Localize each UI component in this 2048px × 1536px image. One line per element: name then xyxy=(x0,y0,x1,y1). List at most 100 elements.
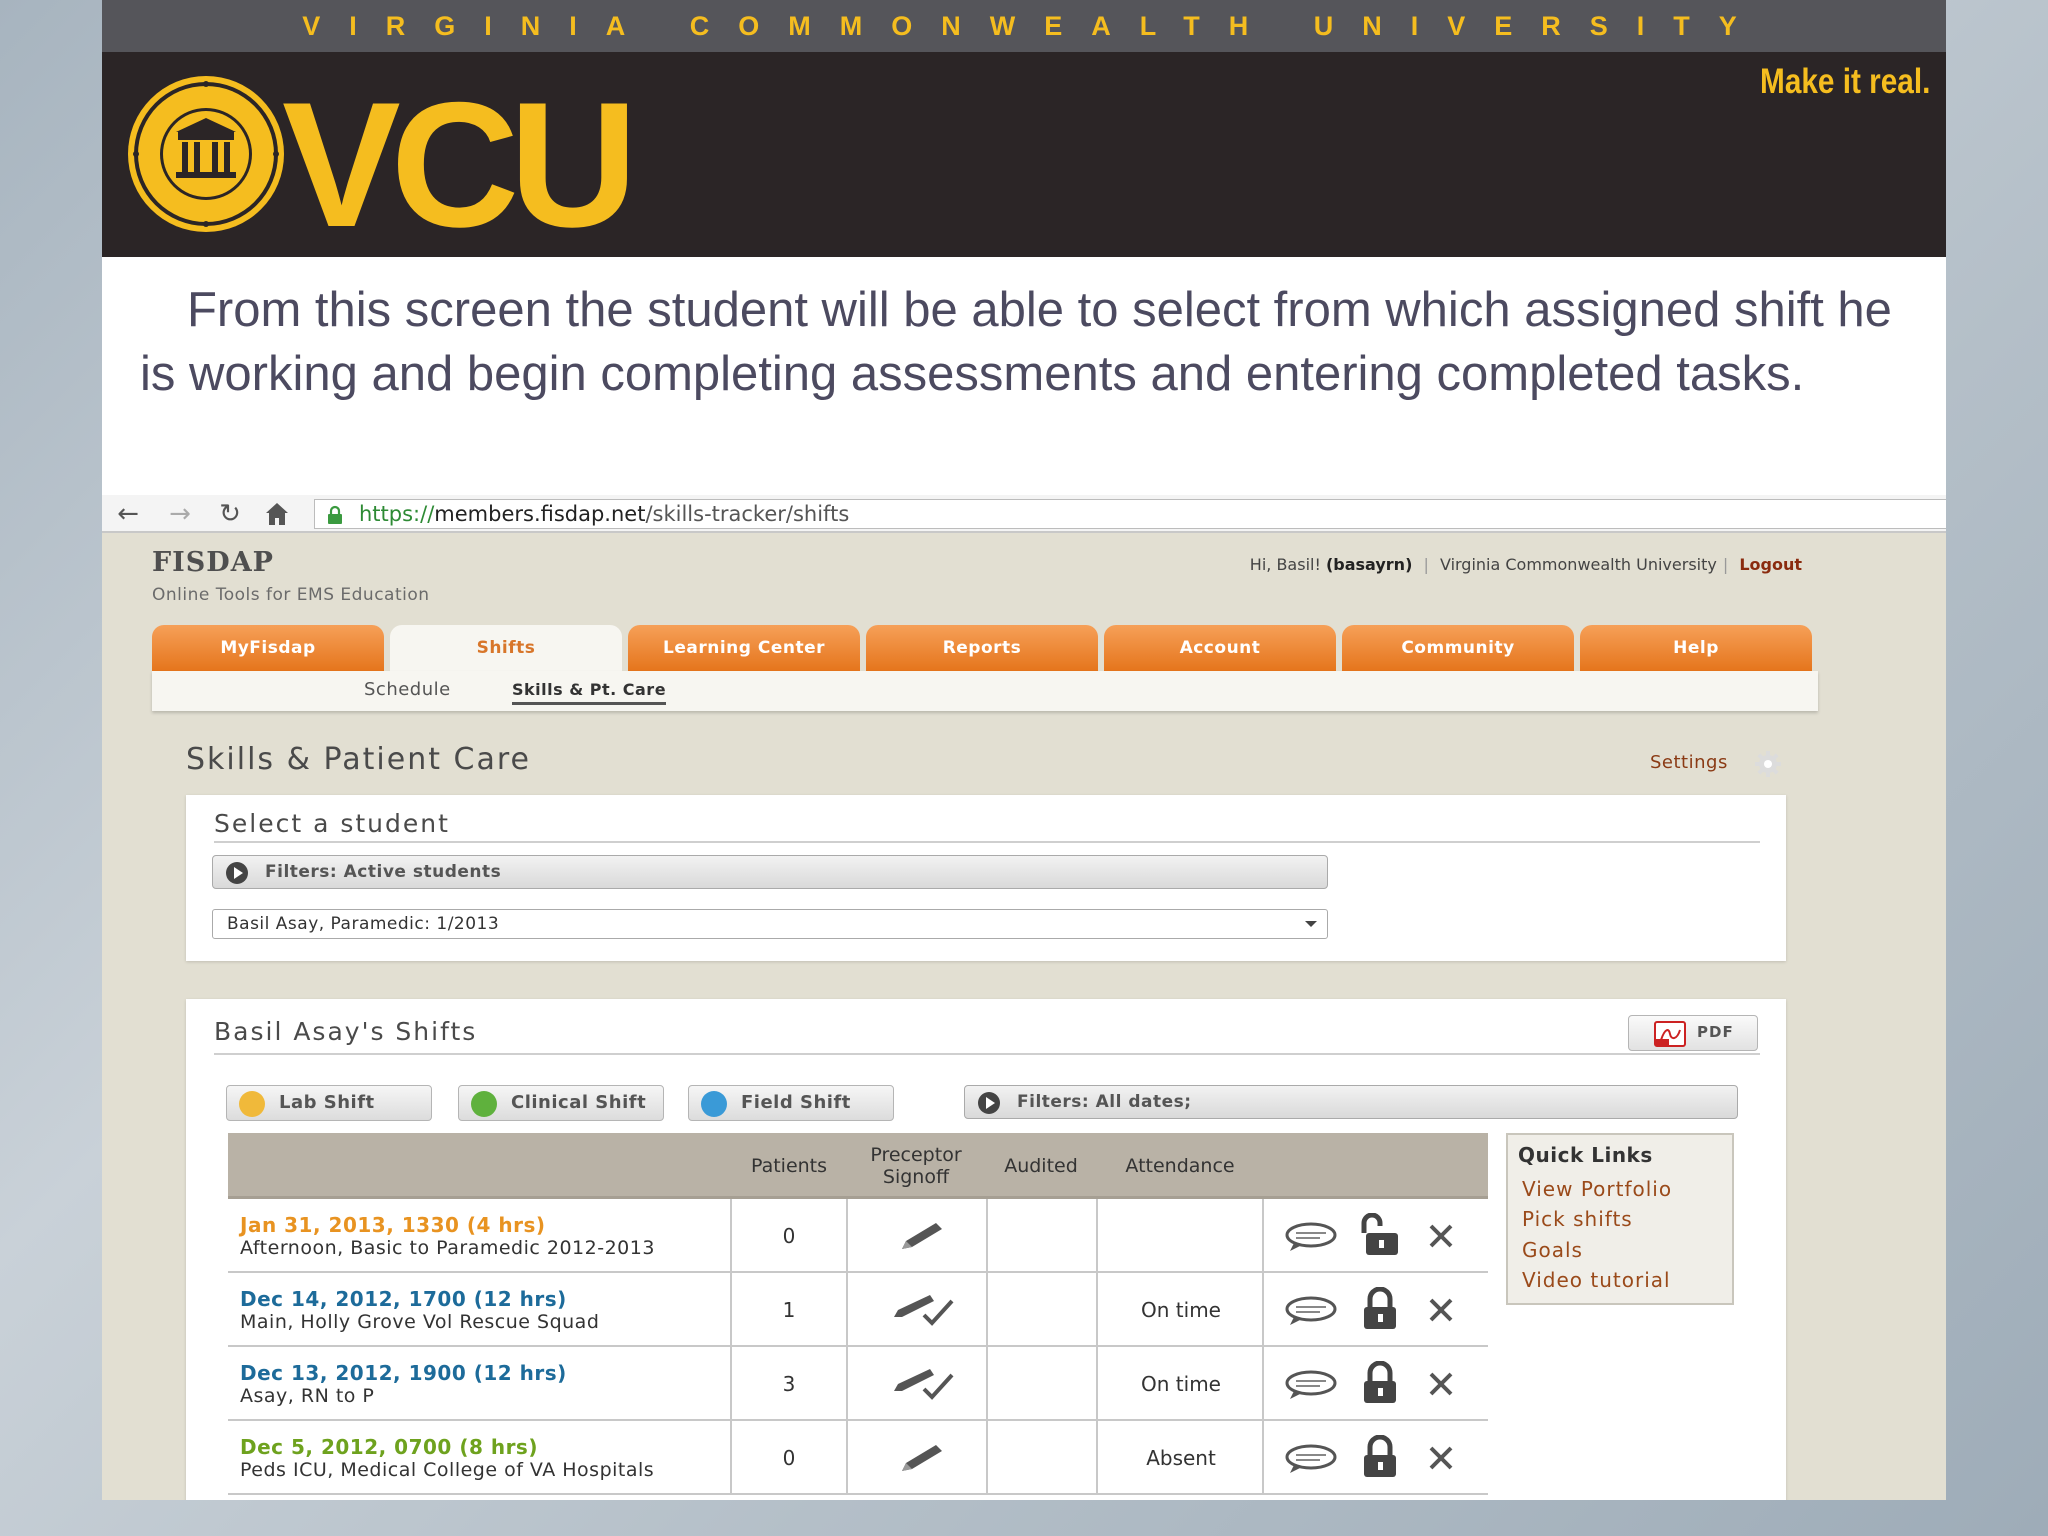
tab-learning-center[interactable]: Learning Center xyxy=(628,625,860,671)
divider xyxy=(846,1421,848,1495)
sub-navigation: Schedule Skills & Pt. Care xyxy=(152,671,1818,711)
university-banner: VIRGINIA COMMONWEALTH UNIVERSITY xyxy=(102,0,1946,52)
quick-link-view-portfolio[interactable]: View Portfolio xyxy=(1522,1177,1672,1201)
lock-icon[interactable] xyxy=(1360,1287,1400,1331)
vcu-header: VCU Make it real. xyxy=(102,52,1946,264)
back-arrow-icon[interactable]: ← xyxy=(112,498,144,530)
site-subtitle: Online Tools for EMS Education xyxy=(152,585,430,605)
home-icon[interactable] xyxy=(264,501,290,527)
divider xyxy=(1262,1199,1264,1273)
table-row[interactable]: Dec 13, 2012, 1900 (12 hrs) Asay, RN to … xyxy=(228,1347,1488,1421)
quick-links-title: Quick Links xyxy=(1518,1143,1653,1167)
gear-icon[interactable] xyxy=(1754,750,1782,778)
quick-links-box: Quick Links View Portfolio Pick shifts G… xyxy=(1506,1133,1734,1305)
tab-community[interactable]: Community xyxy=(1342,625,1574,671)
comment-icon[interactable] xyxy=(1284,1295,1338,1327)
subnav-schedule[interactable]: Schedule xyxy=(364,679,451,700)
audited-value xyxy=(988,1199,1096,1273)
tab-reports[interactable]: Reports xyxy=(866,625,1098,671)
audited-value xyxy=(988,1273,1096,1347)
divider xyxy=(846,1199,848,1273)
separator: | xyxy=(1423,555,1429,574)
shift-date-link[interactable]: Dec 14, 2012, 1700 (12 hrs) xyxy=(240,1287,567,1311)
comment-icon[interactable] xyxy=(1284,1221,1338,1253)
attendance-value: On time xyxy=(1141,1372,1221,1396)
url-host: members.fisdap.net xyxy=(434,502,646,526)
url-text: https://members.fisdap.net/skills-tracke… xyxy=(359,501,849,527)
shift-date-link[interactable]: Jan 31, 2013, 1330 (4 hrs) xyxy=(240,1213,546,1237)
pencil-icon[interactable] xyxy=(896,1219,946,1253)
student-select-panel: Select a student Filters: Active student… xyxy=(186,795,1786,961)
quick-link-pick-shifts[interactable]: Pick shifts xyxy=(1522,1207,1633,1231)
close-icon[interactable] xyxy=(1426,1295,1456,1325)
close-icon[interactable] xyxy=(1426,1369,1456,1399)
shifts-panel: Basil Asay's Shifts PDF Lab Shift Clinic… xyxy=(186,999,1786,1500)
divider xyxy=(1262,1347,1264,1421)
lock-icon[interactable] xyxy=(1360,1361,1400,1405)
button-label: Lab Shift xyxy=(279,1092,375,1113)
tab-account[interactable]: Account xyxy=(1104,625,1336,671)
vcu-seal-icon xyxy=(128,76,284,232)
column-patients: Patients xyxy=(750,1155,828,1177)
institution-name: Virginia Commonwealth University xyxy=(1439,555,1717,574)
ssl-lock-icon xyxy=(328,505,342,524)
student-select[interactable]: Basil Asay, Paramedic: 1/2013 xyxy=(212,909,1328,939)
tab-help[interactable]: Help xyxy=(1580,625,1812,671)
plus-icon xyxy=(701,1091,727,1117)
quick-link-goals[interactable]: Goals xyxy=(1522,1238,1583,1262)
pencil-icon[interactable] xyxy=(896,1441,946,1475)
panel-title: Basil Asay's Shifts xyxy=(214,1017,478,1046)
subnav-skills-pt-care[interactable]: Skills & Pt. Care xyxy=(512,680,667,705)
url-path: /skills-tracker/shifts xyxy=(645,502,850,526)
add-field-shift-button[interactable]: Field Shift xyxy=(688,1085,894,1121)
filter-label: Filters: Active students xyxy=(265,862,502,882)
pdf-button[interactable]: PDF xyxy=(1628,1015,1758,1051)
shift-date-link[interactable]: Dec 5, 2012, 0700 (8 hrs) xyxy=(240,1435,538,1459)
student-filter-bar[interactable]: Filters: Active students xyxy=(212,855,1328,889)
divider xyxy=(846,1273,848,1347)
logout-link[interactable]: Logout xyxy=(1739,555,1802,574)
chevron-down-icon xyxy=(1305,921,1317,927)
close-icon[interactable] xyxy=(1426,1221,1456,1251)
add-clinical-shift-button[interactable]: Clinical Shift xyxy=(458,1085,664,1121)
vcu-logo-text: VCU xyxy=(282,65,638,264)
greeting: Hi, Basil! xyxy=(1249,555,1321,574)
shift-date-link[interactable]: Dec 13, 2012, 1900 (12 hrs) xyxy=(240,1361,567,1385)
url-scheme: https:// xyxy=(359,502,435,526)
slide-caption: From this screen the student will be abl… xyxy=(140,283,1892,401)
comment-icon[interactable] xyxy=(1284,1443,1338,1475)
pencil-check-icon[interactable] xyxy=(890,1291,956,1329)
table-row[interactable]: Jan 31, 2013, 1330 (4 hrs) Afternoon, Ba… xyxy=(228,1199,1488,1273)
quick-link-video-tutorial[interactable]: Video tutorial xyxy=(1522,1268,1671,1292)
date-filter-bar[interactable]: Filters: All dates; xyxy=(964,1085,1738,1119)
attendance-value: Absent xyxy=(1146,1446,1216,1470)
attendance-value: On time xyxy=(1141,1298,1221,1322)
plus-icon xyxy=(239,1091,265,1117)
pencil-check-icon[interactable] xyxy=(890,1365,956,1403)
divider xyxy=(214,841,1760,843)
plus-icon xyxy=(471,1091,497,1117)
divider xyxy=(1262,1421,1264,1495)
site-title: FISDAP xyxy=(152,547,274,578)
expand-arrow-icon xyxy=(978,1092,1000,1114)
close-icon[interactable] xyxy=(1426,1443,1456,1473)
unlocked-lock-icon[interactable] xyxy=(1356,1213,1404,1257)
pdf-icon xyxy=(1654,1021,1686,1047)
table-row[interactable]: Dec 5, 2012, 0700 (8 hrs) Peds ICU, Medi… xyxy=(228,1421,1488,1495)
table-row[interactable]: Dec 14, 2012, 1700 (12 hrs) Main, Holly … xyxy=(228,1273,1488,1347)
forward-arrow-icon[interactable]: → xyxy=(164,498,196,530)
add-lab-shift-button[interactable]: Lab Shift xyxy=(226,1085,432,1121)
button-label: Field Shift xyxy=(741,1092,851,1113)
reload-icon[interactable]: ↻ xyxy=(214,498,246,530)
tab-myfisdap[interactable]: MyFisdap xyxy=(152,625,384,671)
comment-icon[interactable] xyxy=(1284,1369,1338,1401)
lock-icon[interactable] xyxy=(1360,1435,1400,1479)
browser-toolbar: ← → ↻ https://members.fisdap.net/skills-… xyxy=(102,495,1946,533)
settings-link[interactable]: Settings xyxy=(1650,752,1728,773)
address-bar[interactable]: https://members.fisdap.net/skills-tracke… xyxy=(314,499,1946,529)
page-title: Skills & Patient Care xyxy=(186,742,531,777)
shift-location: Asay, RN to P xyxy=(240,1385,375,1407)
patients-count: 3 xyxy=(782,1372,796,1396)
tab-shifts[interactable]: Shifts xyxy=(390,625,622,671)
filter-label: Filters: All dates; xyxy=(1017,1092,1192,1112)
